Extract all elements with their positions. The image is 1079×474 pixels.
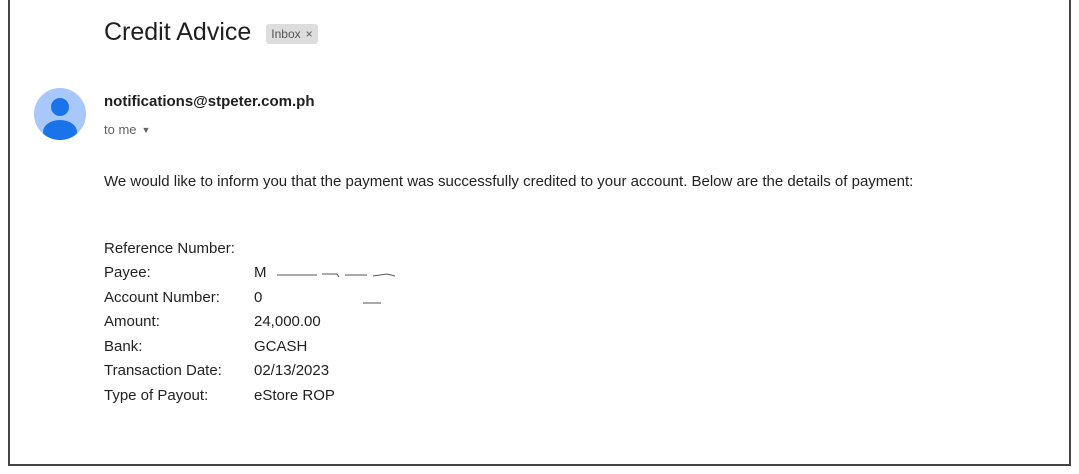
detail-row-amount: Amount: 24,000.00 <box>104 310 457 335</box>
payment-details-table: Reference Number: Payee: M Account Numbe… <box>104 236 457 408</box>
sender-address[interactable]: notifications@stpeter.com.ph <box>104 93 314 110</box>
detail-label: Transaction Date: <box>104 362 222 380</box>
detail-value <box>254 236 457 261</box>
default-person-icon <box>43 98 77 140</box>
inbox-label-text: Inbox <box>271 27 301 41</box>
detail-row-payee: Payee: M <box>104 261 457 286</box>
detail-value: 24,000.00 <box>254 313 321 331</box>
email-subject: Credit Advice <box>104 18 252 46</box>
chevron-down-icon[interactable]: ▼ <box>142 125 151 135</box>
account-value: 0 <box>254 288 263 306</box>
detail-value: GCASH <box>254 337 308 355</box>
detail-label: Account Number: <box>104 288 220 306</box>
avatar[interactable] <box>34 88 86 140</box>
redaction-mark <box>276 273 395 278</box>
detail-label: Type of Payout: <box>104 386 209 404</box>
detail-value: M <box>254 261 457 286</box>
detail-label: Payee: <box>104 264 151 282</box>
detail-row-account: Account Number: 0 <box>104 285 457 310</box>
redaction-mark <box>362 302 381 304</box>
detail-row-bank: Bank: GCASH <box>104 334 457 359</box>
recipient-text: to me <box>104 122 137 137</box>
payee-value: M <box>254 264 267 282</box>
subject-row: Credit Advice Inbox × <box>104 18 318 47</box>
detail-value: eStore ROP <box>254 386 335 404</box>
detail-label: Reference Number: <box>104 239 235 257</box>
detail-value: 0 <box>254 285 457 310</box>
close-icon[interactable]: × <box>306 27 313 41</box>
detail-label: Bank: <box>104 337 143 355</box>
detail-label: Amount: <box>104 313 160 331</box>
recipient-row[interactable]: to me ▼ <box>104 122 150 137</box>
detail-row-transaction-date: Transaction Date: 02/13/2023 <box>104 359 457 384</box>
inbox-label-chip[interactable]: Inbox × <box>266 24 318 44</box>
detail-row-payout-type: Type of Payout: eStore ROP <box>104 383 457 408</box>
detail-row-reference: Reference Number: <box>104 236 457 261</box>
detail-value: 02/13/2023 <box>254 362 330 380</box>
email-body-text: We would like to inform you that the pay… <box>104 173 914 190</box>
